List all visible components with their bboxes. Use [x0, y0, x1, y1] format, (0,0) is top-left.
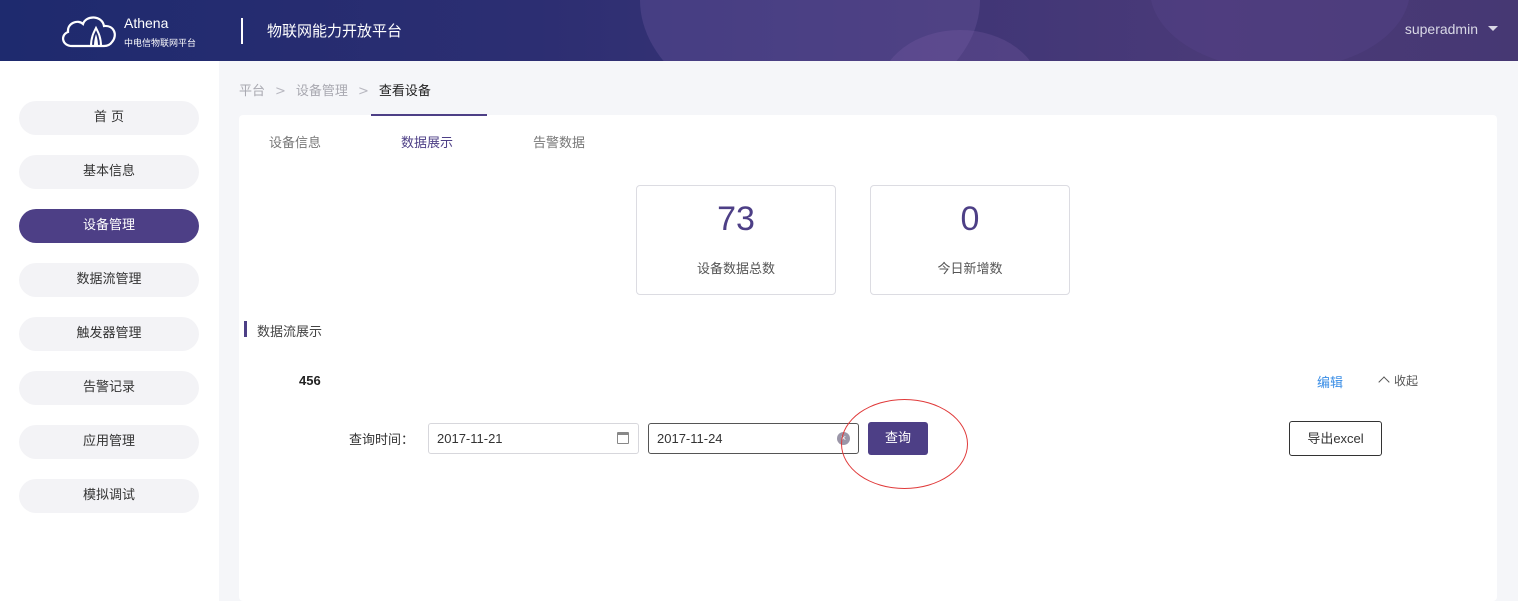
stat-card-total-data: 73 设备数据总数 [636, 185, 836, 295]
clear-icon[interactable]: × [837, 432, 850, 445]
stat-value: 0 [960, 200, 980, 238]
start-date-input[interactable]: 2017-11-21 [428, 423, 639, 454]
start-date-value: 2017-11-21 [437, 431, 503, 446]
section-marker [244, 321, 247, 337]
header-decoration [1150, 0, 1410, 61]
calendar-icon[interactable] [617, 432, 629, 444]
platform-title: 物联网能力开放平台 [267, 22, 403, 40]
sidebar-item-datastream-management[interactable]: 数据流管理 [19, 263, 199, 297]
cloud-logo-icon [62, 16, 116, 48]
sidebar-item-home[interactable]: 首 页 [19, 101, 199, 135]
end-date-value: 2017-11-24 [657, 431, 723, 446]
stat-value: 73 [717, 200, 755, 238]
sidebar-item-alarm-records[interactable]: 告警记录 [19, 371, 199, 405]
edit-link[interactable]: 编辑 [1317, 372, 1343, 391]
stat-card-today-new: 0 今日新增数 [870, 185, 1070, 295]
breadcrumb-current: 查看设备 [378, 84, 431, 99]
sidebar-item-app-management[interactable]: 应用管理 [19, 425, 199, 459]
collapse-toggle[interactable]: 收起 [1378, 372, 1419, 389]
brand-subtitle: 中电信物联网平台 [124, 39, 197, 49]
stat-label: 今日新增数 [937, 262, 1003, 277]
tab-alarm-data[interactable]: 告警数据 [533, 132, 585, 151]
breadcrumb-separator: > [357, 84, 369, 99]
breadcrumb-item[interactable]: 设备管理 [296, 80, 348, 99]
caret-down-icon [1488, 25, 1498, 31]
page-gutter [1497, 61, 1518, 601]
top-header: Athena 中电信物联网平台 物联网能力开放平台 superadmin [0, 0, 1518, 61]
tab-device-info[interactable]: 设备信息 [269, 132, 321, 151]
section-title: 数据流展示 [257, 325, 323, 340]
tab-data-display[interactable]: 数据展示 [401, 132, 453, 151]
datastream-name: 456 [299, 373, 321, 388]
end-date-input[interactable]: 2017-11-24 × [648, 423, 859, 454]
breadcrumb: 平台 > 设备管理 > 查看设备 [239, 80, 431, 99]
export-excel-button[interactable]: 导出excel [1289, 421, 1382, 456]
brand-name: Athena [124, 15, 169, 31]
query-button[interactable]: 查询 [868, 422, 928, 455]
sidebar-item-device-management[interactable]: 设备管理 [19, 209, 199, 243]
breadcrumb-active-underline [371, 114, 487, 116]
username: superadmin [1404, 21, 1478, 37]
header-divider [241, 18, 243, 44]
sidebar-item-basic-info[interactable]: 基本信息 [19, 155, 199, 189]
sidebar-item-trigger-management[interactable]: 触发器管理 [19, 317, 199, 351]
breadcrumb-separator: > [275, 84, 286, 99]
user-menu[interactable]: superadmin [1405, 21, 1498, 37]
chevron-up-icon [1378, 376, 1390, 388]
sidebar-item-simulation-debug[interactable]: 模拟调试 [19, 479, 199, 513]
query-time-label: 查询时间： [349, 433, 415, 448]
breadcrumb-item[interactable]: 平台 [239, 80, 265, 99]
collapse-label: 收起 [1394, 374, 1419, 388]
stat-label: 设备数据总数 [696, 262, 775, 277]
content-panel [239, 115, 1497, 601]
